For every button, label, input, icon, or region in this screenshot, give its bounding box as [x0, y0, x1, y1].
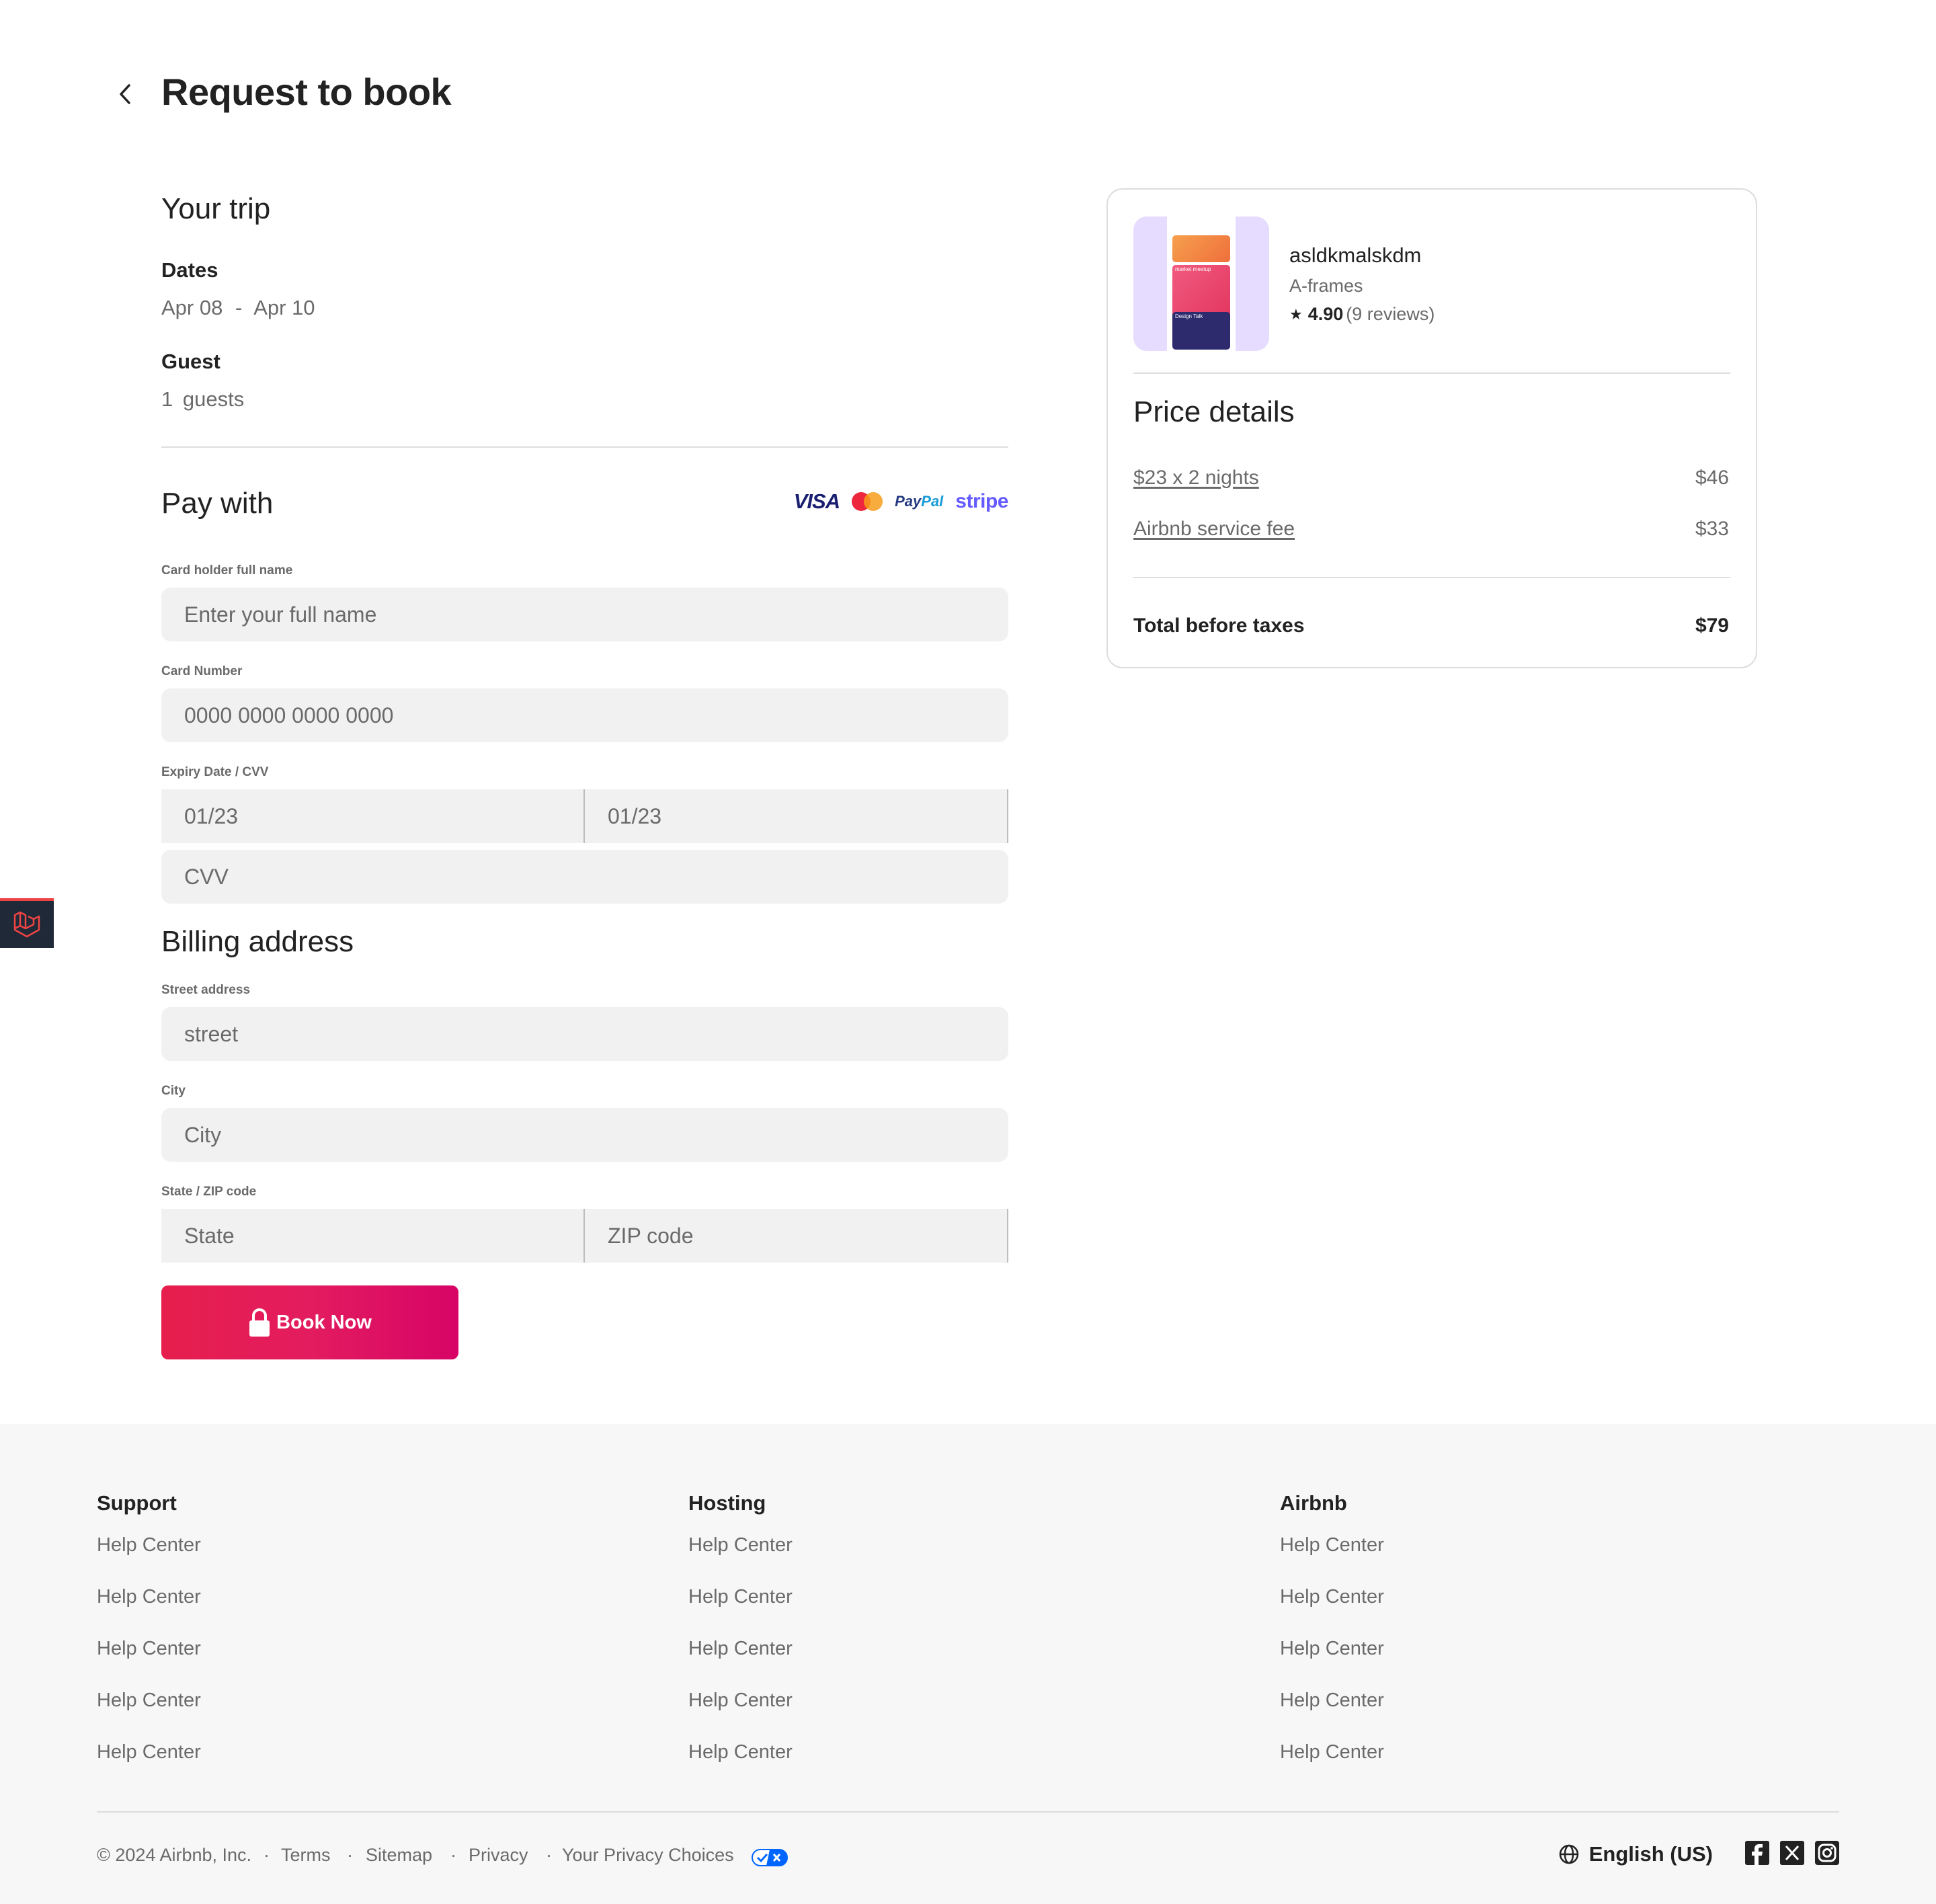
expiry-label: Expiry Date / CVV	[161, 765, 269, 779]
rating-value: 4.90	[1307, 304, 1344, 324]
city-label: City	[161, 1084, 186, 1098]
footer-separator: ·	[347, 1845, 353, 1865]
card-divider-bottom	[1133, 577, 1730, 578]
price-row-nights-label[interactable]: $23 x 2 nights	[1133, 467, 1259, 489]
payment-logos: VISA PayPal stripe	[793, 489, 1009, 514]
x-icon[interactable]	[1780, 1841, 1804, 1865]
footer-link[interactable]: Help Center	[1280, 1534, 1384, 1556]
laravel-debug-tab[interactable]	[0, 898, 54, 948]
footer-link-sitemap[interactable]: Sitemap	[366, 1845, 432, 1866]
dates-end: Apr 10	[253, 296, 315, 319]
footer-link-privacy-choices[interactable]: Your Privacy Choices	[562, 1845, 734, 1866]
thumbnail-phone-mockup: market meetup Design Talk	[1167, 216, 1236, 351]
total-amount: $79	[1695, 614, 1729, 637]
price-row-fee-amount: $33	[1695, 518, 1729, 540]
guest-value: 1 guests	[161, 387, 244, 411]
footer-link[interactable]: Help Center	[97, 1741, 201, 1763]
stripe-logo: stripe	[955, 490, 1008, 512]
footer-separator: ·	[546, 1845, 552, 1865]
dates-start: Apr 08	[161, 296, 223, 319]
thumb-card-2: Design Talk	[1172, 312, 1230, 350]
privacy-choices-icon[interactable]	[752, 1849, 788, 1870]
cvv-input[interactable]	[161, 850, 1008, 904]
language-selector[interactable]: English (US)	[1558, 1842, 1713, 1866]
footer-link[interactable]: Help Center	[688, 1690, 793, 1712]
listing-thumbnail[interactable]: market meetup Design Talk	[1133, 216, 1269, 351]
footer-link[interactable]: Help Center	[1280, 1638, 1384, 1660]
footer-link[interactable]: Help Center	[688, 1586, 793, 1608]
footer-link[interactable]: Help Center	[97, 1534, 201, 1556]
price-row-fee-label[interactable]: Airbnb service fee	[1133, 518, 1295, 541]
dates-value: Apr 08 - Apr 10	[161, 296, 315, 320]
mastercard-logo	[852, 492, 883, 511]
footer-link[interactable]: Help Center	[688, 1534, 793, 1556]
state-input[interactable]	[161, 1209, 585, 1263]
footer-separator: ·	[264, 1845, 270, 1865]
price-heading: Price details	[1133, 395, 1295, 428]
footer-separator: ·	[450, 1845, 456, 1865]
listing-name: asldkmalskdm	[1289, 243, 1422, 267]
instagram-icon[interactable]	[1815, 1841, 1839, 1865]
pay-heading: Pay with	[161, 487, 274, 520]
language-label: English (US)	[1588, 1842, 1713, 1866]
expiry-year-input[interactable]	[585, 789, 1008, 843]
listing-type: A-frames	[1289, 276, 1363, 296]
footer-link-privacy[interactable]: Privacy	[469, 1845, 528, 1866]
footer-link[interactable]: Help Center	[1280, 1586, 1384, 1608]
street-input[interactable]	[161, 1007, 1008, 1061]
dates-separator: -	[235, 296, 243, 319]
trip-heading: Your trip	[161, 192, 271, 225]
footer-link[interactable]: Help Center	[97, 1638, 201, 1660]
lock-icon	[249, 1308, 270, 1337]
laravel-logo-icon	[13, 911, 40, 938]
footer-link[interactable]: Help Center	[97, 1586, 201, 1608]
guest-count: 1	[161, 387, 173, 411]
guest-unit: guests	[182, 387, 245, 411]
book-now-button[interactable]: Book Now	[161, 1285, 458, 1359]
footer-link[interactable]: Help Center	[97, 1690, 201, 1712]
card-number-input[interactable]	[161, 688, 1008, 742]
footer-col-airbnb-title: Airbnb	[1280, 1491, 1347, 1515]
price-row-nights-amount: $46	[1695, 467, 1729, 489]
globe-icon	[1559, 1844, 1578, 1864]
footer-link[interactable]: Help Center	[1280, 1690, 1384, 1712]
state-zip-label: State / ZIP code	[161, 1185, 257, 1199]
book-now-label: Book Now	[276, 1311, 372, 1333]
cardholder-input[interactable]	[161, 588, 1008, 641]
dates-label: Dates	[161, 258, 218, 282]
footer-copyright: © 2024 Airbnb, Inc.	[97, 1845, 252, 1865]
footer-col-support-title: Support	[97, 1491, 177, 1515]
card-number-label: Card Number	[161, 664, 243, 678]
back-button[interactable]	[113, 79, 137, 109]
expiry-month-input[interactable]	[161, 789, 585, 843]
billing-heading: Billing address	[161, 925, 354, 958]
cardholder-label: Card holder full name	[161, 563, 293, 578]
street-label: Street address	[161, 983, 251, 997]
visa-logo: VISA	[793, 489, 840, 513]
total-label: Total before taxes	[1133, 614, 1305, 637]
listing-rating: ★ 4.90 (9 reviews)	[1289, 304, 1435, 325]
footer-link[interactable]: Help Center	[1280, 1741, 1384, 1763]
chevron-left-icon	[120, 84, 130, 104]
footer	[0, 1424, 1936, 1904]
review-count[interactable]: (9 reviews)	[1346, 304, 1435, 325]
star-icon: ★	[1289, 305, 1303, 323]
footer-link[interactable]: Help Center	[688, 1638, 793, 1660]
footer-link[interactable]: Help Center	[688, 1741, 793, 1763]
facebook-icon[interactable]	[1745, 1841, 1769, 1865]
trip-divider	[161, 446, 1008, 448]
footer-link-terms[interactable]: Terms	[281, 1845, 331, 1866]
page-title: Request to book	[161, 71, 452, 113]
city-input[interactable]	[161, 1108, 1008, 1162]
footer-divider	[97, 1811, 1839, 1813]
footer-col-hosting-title: Hosting	[688, 1491, 766, 1515]
zip-input[interactable]	[585, 1209, 1008, 1263]
card-divider-top	[1133, 372, 1730, 374]
paypal-logo: PayPal	[895, 493, 944, 510]
guest-label: Guest	[161, 350, 220, 373]
